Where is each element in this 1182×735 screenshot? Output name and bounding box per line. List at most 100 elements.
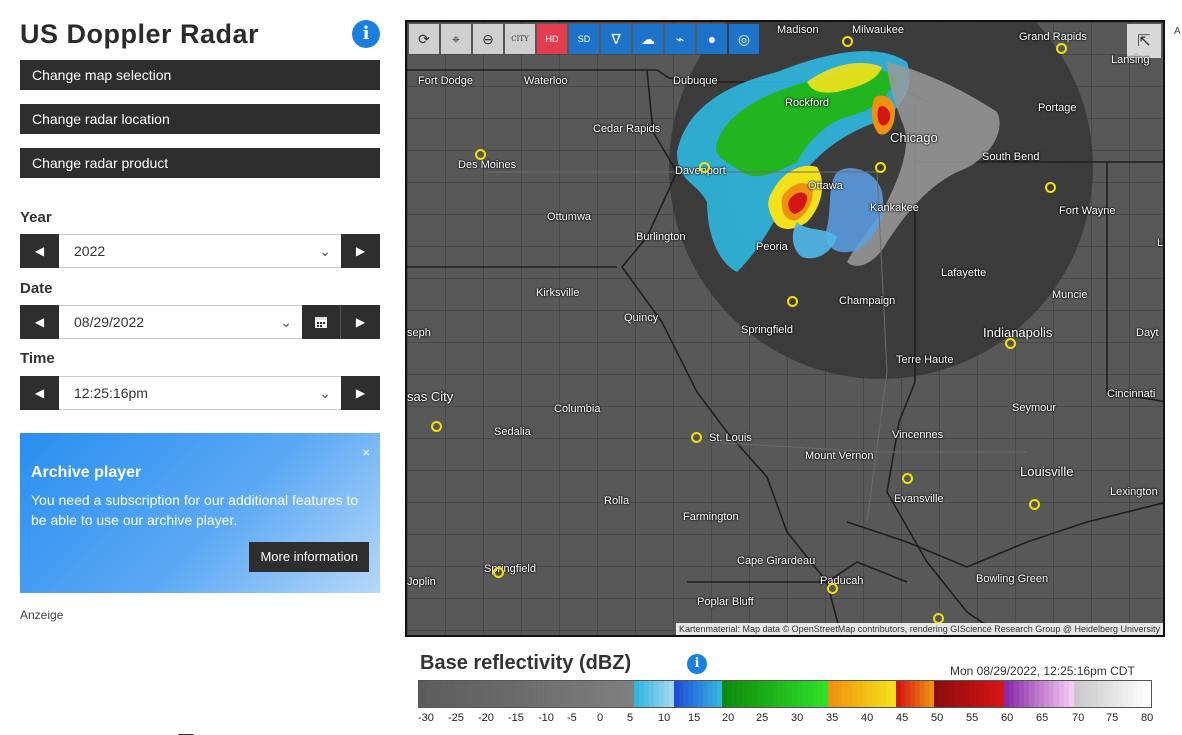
time-next-button[interactable]: ▶ <box>341 376 380 410</box>
change-map-button[interactable]: Change map selection <box>20 60 380 90</box>
radar-station-marker[interactable] <box>827 583 838 594</box>
radar-hd-icon[interactable]: HD <box>537 24 567 54</box>
colorbar-cell <box>553 680 559 708</box>
city-label: Dubuque <box>673 75 718 87</box>
colorbar-tick-label: 70 <box>1072 712 1085 724</box>
colorbar-cell <box>603 680 610 708</box>
colorbar-cell <box>772 680 778 708</box>
time-select[interactable]: 12:25:16pm ⌄ <box>59 376 341 410</box>
colorbar-tick-label: -25 <box>448 712 464 724</box>
radar-station-marker[interactable] <box>493 567 504 578</box>
storm-icon[interactable]: ☁ <box>633 24 663 54</box>
change-location-button[interactable]: Change radar location <box>20 104 380 134</box>
colorbar-cell <box>669 680 675 708</box>
colorbar-cell <box>644 680 650 708</box>
year-select[interactable]: 2022 ⌄ <box>59 234 341 268</box>
colorbar-cell <box>822 680 829 708</box>
radar-sd-icon[interactable]: SD <box>569 24 599 54</box>
calendar-icon[interactable] <box>302 305 341 339</box>
change-product-button[interactable]: Change radar product <box>20 148 380 178</box>
colorbar-cell <box>837 680 843 708</box>
hurricane-icon[interactable]: ◎ <box>729 24 759 54</box>
radar-station-marker[interactable] <box>699 162 710 173</box>
colorbar-cell <box>528 680 534 708</box>
legend-info-icon[interactable]: i <box>687 654 707 674</box>
city-labels-icon[interactable]: CITY <box>505 24 535 54</box>
colorbar-cell <box>1044 680 1050 708</box>
colorbar-cell <box>573 680 580 708</box>
date-select[interactable]: 08/29/2022 ⌄ <box>59 305 302 339</box>
colorbar-cell <box>1024 680 1030 708</box>
radar-station-marker[interactable] <box>875 162 886 173</box>
more-information-button[interactable]: More information <box>249 542 369 572</box>
colorbar-tick-label: 40 <box>861 712 874 724</box>
colorbar-tick-label: 80 <box>1141 712 1154 724</box>
colorbar-cell <box>812 680 819 708</box>
time-prev-button[interactable]: ◀ <box>20 376 59 410</box>
share-icon[interactable]: ⇱ <box>1127 24 1161 58</box>
city-label: Lexington <box>1110 486 1158 498</box>
date-selector: ◀ 08/29/2022 ⌄ ▶ <box>20 305 380 339</box>
chevron-down-icon: ⌄ <box>319 385 331 401</box>
colorbar-cell <box>1004 680 1010 708</box>
city-label: Kankakee <box>870 202 919 214</box>
zoom-out-icon[interactable]: ⊖ <box>473 24 503 54</box>
radar-station-marker[interactable] <box>1005 338 1016 349</box>
colorbar-cell <box>919 680 925 708</box>
colorbar-cell <box>613 680 620 708</box>
location-pin-icon[interactable]: ⌖ <box>441 24 471 54</box>
radar-station-marker[interactable] <box>787 296 798 307</box>
colorbar-cell <box>618 680 625 708</box>
colorbar-cell <box>498 680 504 708</box>
rain-drop-icon[interactable]: ● <box>697 24 727 54</box>
radar-sd-text: SD <box>577 34 591 44</box>
colorbar-cell <box>752 680 758 708</box>
colorbar-cell <box>518 680 524 708</box>
colorbar-cell <box>817 680 824 708</box>
colorbar-cell <box>732 680 738 708</box>
colorbar-cell <box>999 680 1005 708</box>
city-label: Indianapolis <box>983 325 1053 340</box>
radar-station-marker[interactable] <box>1045 182 1056 193</box>
year-next-button[interactable]: ▶ <box>341 234 380 268</box>
tornado-icon[interactable]: ∇ <box>601 24 631 54</box>
date-next-button[interactable]: ▶ <box>341 305 380 339</box>
colorbar-cell <box>1039 680 1045 708</box>
colorbar-cell <box>608 680 615 708</box>
info-icon[interactable]: i <box>352 20 380 48</box>
city-label: Louisville <box>1020 464 1074 479</box>
colorbar-cell <box>473 680 479 708</box>
year-selector: ◀ 2022 ⌄ ▶ <box>20 234 380 268</box>
refresh-icon[interactable]: ⟳ <box>409 24 439 54</box>
year-prev-button[interactable]: ◀ <box>20 234 59 268</box>
radar-station-marker[interactable] <box>902 473 913 484</box>
archive-promo: × Archive player You need a subscription… <box>20 433 380 593</box>
promo-title: Archive player <box>31 464 142 481</box>
colorbar-cell <box>508 680 514 708</box>
satellite-icon[interactable]: ⌁ <box>665 24 695 54</box>
colorbar-cell <box>1117 680 1124 708</box>
city-label: Joplin <box>407 576 436 588</box>
colorbar-cell <box>852 680 858 708</box>
city-label: Rolla <box>604 495 630 507</box>
colorbar-cell <box>989 680 995 708</box>
colorbar-cell <box>979 680 985 708</box>
colorbar-cell <box>428 680 434 708</box>
radar-station-marker[interactable] <box>842 36 853 47</box>
colorbar-cell <box>939 680 945 708</box>
colorbar-cell <box>583 680 590 708</box>
colorbar-tick-label: 10 <box>658 712 671 724</box>
radar-map[interactable]: ⟳ ⌖ ⊖ CITY HD SD ∇ ☁ ⌁ ● ◎ ⇱ Madison Milw… <box>405 20 1165 637</box>
radar-station-marker[interactable] <box>475 149 486 160</box>
close-icon[interactable]: × <box>362 445 370 460</box>
colorbar-cell <box>1019 680 1025 708</box>
radar-station-marker[interactable] <box>691 432 702 443</box>
year-label: Year <box>20 209 52 226</box>
colorbar-cell <box>623 680 630 708</box>
radar-station-marker[interactable] <box>1056 43 1067 54</box>
colorbar-cell <box>1122 680 1128 708</box>
radar-station-marker[interactable] <box>1029 499 1040 510</box>
radar-station-marker[interactable] <box>431 421 442 432</box>
date-prev-button[interactable]: ◀ <box>20 305 59 339</box>
colorbar-cell <box>1127 680 1133 708</box>
